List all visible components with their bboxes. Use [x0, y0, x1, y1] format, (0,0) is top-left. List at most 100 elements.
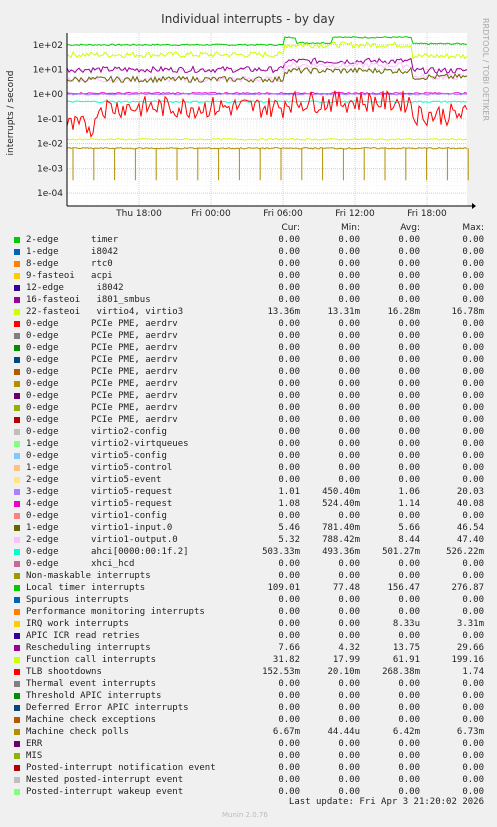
legend-max-value: 0.00: [462, 271, 484, 281]
legend-avg-value: 0.00: [398, 763, 420, 773]
legend-avg-value: 0.00: [398, 439, 420, 449]
legend-label: Nested posted-interrupt event: [26, 775, 184, 785]
legend-cur-value: 0.00: [278, 247, 300, 257]
legend-cur-value: 6.67m: [272, 727, 300, 737]
legend-avg-value: 0.00: [398, 331, 420, 341]
legend-cur-value: 109.01: [267, 583, 300, 593]
legend-row: 8-edge rtc0 0.00 0.00 0.00 0.00: [12, 258, 492, 270]
legend-avg-value: 8.44: [398, 535, 420, 545]
legend-row: 22-fasteoi virtio4, virtio3 13.36m 13.31m 1…: [12, 306, 492, 318]
header-min: Min:: [340, 223, 360, 233]
legend-avg-value: 0.00: [398, 367, 420, 377]
legend-row: 0-edge virtio5-config 0.00 0.00 0.00 0.00: [12, 450, 492, 462]
legend-avg-value: 0.00: [398, 403, 420, 413]
legend-min-value: 0.00: [338, 739, 360, 749]
legend-row: Deferred Error APIC interrupts 0.00 0.00 0.…: [12, 702, 492, 714]
legend-max-value: 16.78m: [451, 307, 484, 317]
legend-max-value: 0.00: [462, 355, 484, 365]
legend-min-value: 0.00: [338, 619, 360, 629]
legend-label: 0-edge PCIe PME, aerdrv: [26, 343, 178, 353]
legend-cur-value: 0.00: [278, 355, 300, 365]
x-tick-label: Fri 18:00: [407, 209, 447, 219]
legend-cur-value: 1.01: [278, 487, 300, 497]
legend-cur-value: 0.00: [278, 439, 300, 449]
legend-min-value: 77.48: [332, 583, 360, 593]
legend-row: Posted-interrupt notification event 0.00 0…: [12, 762, 492, 774]
legend-avg-value: 0.00: [398, 319, 420, 329]
legend-row: 16-fasteoi i801_smbus 0.00 0.00 0.00 0.00: [12, 294, 492, 306]
legend-row: Nested posted-interrupt event 0.00 0.00 0.0…: [12, 774, 492, 786]
legend-avg-value: 0.00: [398, 751, 420, 761]
legend-min-value: 0.00: [338, 751, 360, 761]
legend-swatch: [14, 249, 20, 255]
legend-swatch: [14, 237, 20, 243]
legend-max-value: 0.00: [462, 691, 484, 701]
legend-min-value: 0.00: [338, 595, 360, 605]
legend-avg-value: 0.00: [398, 247, 420, 257]
legend-swatch: [14, 525, 20, 531]
legend-avg-value: 0.00: [398, 355, 420, 365]
legend-cur-value: 0.00: [278, 715, 300, 725]
legend-swatch: [14, 333, 20, 339]
legend-cur-value: 0.00: [278, 703, 300, 713]
legend-row: Threshold APIC interrupts 0.00 0.00 0.00 0.0…: [12, 690, 492, 702]
legend-label: 1-edge virtio2-virtqueues: [26, 439, 189, 449]
legend-swatch: [14, 405, 20, 411]
x-tick-label: Fri 06:00: [263, 209, 303, 219]
legend-max-value: 47.40: [456, 535, 484, 545]
header-avg: Avg:: [400, 223, 420, 233]
legend-max-value: 0.00: [462, 259, 484, 269]
legend-swatch: [14, 789, 20, 795]
legend-label: 0-edge virtio2-config: [26, 427, 167, 437]
legend-label: Thermal event interrupts: [26, 679, 157, 689]
legend-label: 0-edge PCIe PME, aerdrv: [26, 415, 178, 425]
legend-min-value: 0.00: [338, 319, 360, 329]
legend-avg-value: 1.06: [398, 487, 420, 497]
y-tick-label: 1e+02: [33, 41, 63, 51]
legend-swatch: [14, 645, 20, 651]
legend-min-value: 0.00: [338, 475, 360, 485]
legend-min-value: 0.00: [338, 775, 360, 785]
legend-row: 0-edge PCIe PME, aerdrv 0.00 0.00 0.00 0.00: [12, 414, 492, 426]
legend-row: TLB shootdowns 152.53m 20.10m 268.38m 1.74: [12, 666, 492, 678]
legend-cur-value: 0.00: [278, 571, 300, 581]
legend-avg-value: 0.00: [398, 631, 420, 641]
legend-max-value: 0.00: [462, 427, 484, 437]
legend-max-value: 0.00: [462, 595, 484, 605]
legend-max-value: 0.00: [462, 559, 484, 569]
legend-avg-value: 0.00: [398, 391, 420, 401]
legend-swatch: [14, 585, 20, 591]
legend-max-value: 0.00: [462, 235, 484, 245]
legend-min-value: 17.99: [332, 655, 360, 665]
legend-avg-value: 16.28m: [387, 307, 420, 317]
legend-rows: 2-edge timer 0.00 0.00 0.00 0.00 1-edge i8042…: [12, 234, 492, 798]
legend-label: 0-edge virtio5-config: [26, 451, 167, 461]
legend-label: Rescheduling interrupts: [26, 643, 151, 653]
legend-label: IRQ work interrupts: [26, 619, 129, 629]
legend-label: 2-edge virtio5-event: [26, 475, 162, 485]
legend-cur-value: 0.00: [278, 415, 300, 425]
legend-min-value: 788.42m: [322, 535, 360, 545]
legend-row: Thermal event interrupts 0.00 0.00 0.00 0.00: [12, 678, 492, 690]
legend-row: 1-edge virtio1-input.0 5.46 781.40m 5.66 46.…: [12, 522, 492, 534]
legend-row: Local timer interrupts 109.01 77.48 156.47 2…: [12, 582, 492, 594]
legend-swatch: [14, 261, 20, 267]
legend-swatch: [14, 609, 20, 615]
legend-max-value: 29.66: [456, 643, 484, 653]
legend-label: Non-maskable interrupts: [26, 571, 151, 581]
legend-row: 0-edge xhci_hcd 0.00 0.00 0.00 0.00: [12, 558, 492, 570]
legend-cur-value: 0.00: [278, 763, 300, 773]
legend-min-value: 493.36m: [322, 547, 360, 557]
legend-cur-value: 0.00: [278, 475, 300, 485]
legend-cur-value: 0.00: [278, 619, 300, 629]
legend-label: Deferred Error APIC interrupts: [26, 703, 189, 713]
legend-label: MIS: [26, 751, 43, 761]
legend-row: 0-edge PCIe PME, aerdrv 0.00 0.00 0.00 0.00: [12, 402, 492, 414]
legend-max-value: 199.16: [451, 655, 484, 665]
legend-max-value: 276.87: [451, 583, 484, 593]
legend-label: Posted-interrupt notification event: [26, 763, 216, 773]
legend-avg-value: 0.00: [398, 679, 420, 689]
legend-row: Rescheduling interrupts 7.66 4.32 13.75 29.6…: [12, 642, 492, 654]
legend-swatch: [14, 717, 20, 723]
legend-row: Performance monitoring interrupts 0.00 0.0…: [12, 606, 492, 618]
